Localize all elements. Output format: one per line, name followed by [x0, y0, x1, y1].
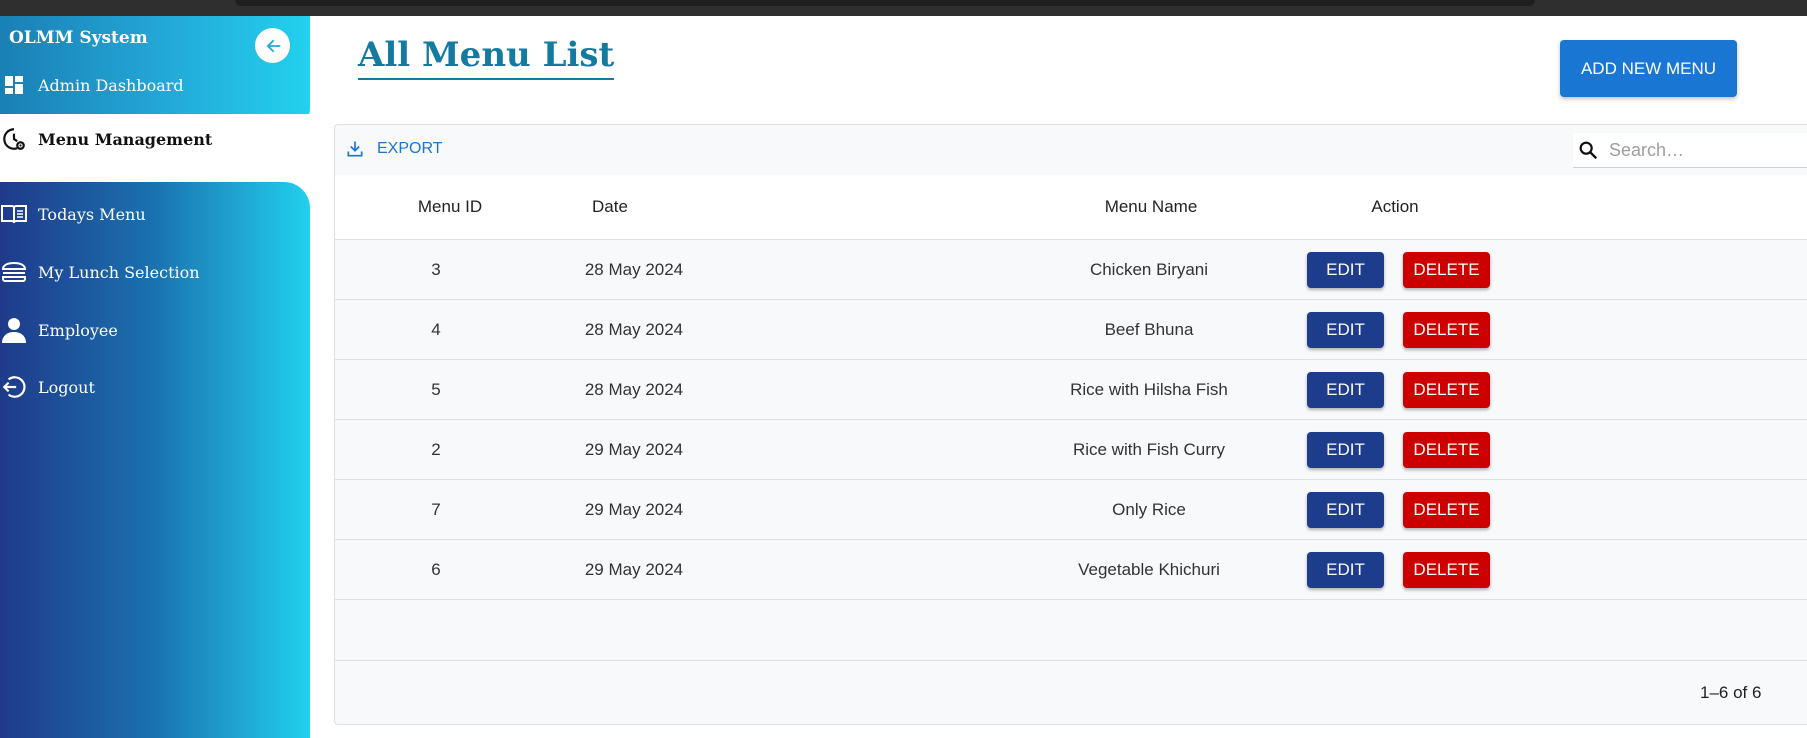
sidebar-item-label: Employee [38, 320, 118, 340]
pagination-info: 1–6 of 6 [1700, 683, 1762, 702]
sidebar-item-label: Logout [38, 377, 95, 397]
table-row[interactable]: 3 28 May 2024 Chicken Biryani EDIT DELETE [335, 240, 1807, 300]
sidebar-item-todays-menu[interactable]: Todays Menu [0, 194, 310, 234]
column-header-menu-name[interactable]: Menu Name [1051, 175, 1251, 239]
download-icon [347, 141, 363, 157]
page-title: All Menu List [358, 34, 615, 80]
sidebar: OLMM System Admin Dashboard Menu Managem… [0, 16, 310, 738]
sidebar-item-label: Admin Dashboard [38, 75, 184, 95]
search-box [1573, 133, 1807, 168]
cell-menu-name: Chicken Biryani [1089, 259, 1209, 279]
dashboard-icon [1, 72, 27, 98]
sidebar-item-label: Menu Management [38, 129, 213, 149]
browser-top-bar [0, 0, 1807, 16]
cell-menu-name: Rice with Hilsha Fish [1070, 379, 1228, 399]
cell-actions: EDIT DELETE [1307, 540, 1607, 599]
cell-date: 28 May 2024 [584, 379, 684, 399]
cell-actions: EDIT DELETE [1307, 420, 1607, 479]
cell-actions: EDIT DELETE [1307, 480, 1607, 539]
grid-toolbar: EXPORT [335, 125, 1807, 175]
add-new-menu-button[interactable]: ADD NEW MENU [1560, 40, 1737, 97]
delete-button[interactable]: DELETE [1403, 371, 1490, 408]
menu-data-grid: EXPORT Menu ID Date Menu Name Action 3 28… [334, 124, 1807, 725]
cell-menu-id: 5 [431, 379, 441, 399]
delete-button[interactable]: DELETE [1403, 311, 1490, 348]
browser-tab-strip [235, 0, 1535, 6]
menu-management-icon [1, 126, 27, 152]
sidebar-item-menu-management[interactable]: Menu Management [0, 114, 310, 164]
sidebar-item-logout[interactable]: Logout [0, 367, 310, 407]
table-row[interactable]: 5 28 May 2024 Rice with Hilsha Fish EDIT DEL… [335, 360, 1807, 420]
cell-menu-name: Vegetable Khichuri [1078, 559, 1220, 579]
cell-actions: EDIT DELETE [1307, 360, 1607, 419]
cell-menu-id: 2 [431, 439, 441, 459]
book-icon [1, 201, 27, 227]
person-icon [1, 317, 27, 343]
edit-button[interactable]: EDIT [1307, 491, 1384, 528]
table-row[interactable]: 2 29 May 2024 Rice with Fish Curry EDIT DELE… [335, 420, 1807, 480]
grid-header-row: Menu ID Date Menu Name Action [335, 175, 1807, 240]
logout-icon [1, 374, 27, 400]
table-row[interactable]: 7 29 May 2024 Only Rice EDIT DELETE [335, 480, 1807, 540]
edit-button[interactable]: EDIT [1307, 311, 1384, 348]
cell-actions: EDIT DELETE [1307, 300, 1607, 359]
table-row[interactable]: 4 28 May 2024 Beef Bhuna EDIT DELETE [335, 300, 1807, 360]
cell-date: 29 May 2024 [584, 559, 684, 579]
sidebar-item-label: My Lunch Selection [38, 262, 200, 282]
sidebar-item-my-lunch-selection[interactable]: My Lunch Selection [0, 252, 310, 292]
cell-menu-name: Beef Bhuna [1104, 319, 1194, 339]
cell-actions: EDIT DELETE [1307, 240, 1607, 299]
column-header-menu-id[interactable]: Menu ID [365, 175, 535, 239]
delete-button[interactable]: DELETE [1403, 251, 1490, 288]
cell-menu-id: 3 [431, 259, 441, 279]
delete-button[interactable]: DELETE [1403, 431, 1490, 468]
cell-date: 29 May 2024 [584, 499, 684, 519]
burger-icon [1, 259, 27, 285]
cell-date: 28 May 2024 [584, 319, 684, 339]
arrow-left-icon [266, 39, 280, 52]
cell-menu-name: Rice with Fish Curry [1072, 439, 1226, 459]
table-row[interactable]: 6 29 May 2024 Vegetable Khichuri EDIT DELETE [335, 540, 1807, 600]
edit-button[interactable]: EDIT [1307, 551, 1384, 588]
cell-date: 29 May 2024 [584, 439, 684, 459]
edit-button[interactable]: EDIT [1307, 431, 1384, 468]
edit-button[interactable]: EDIT [1307, 251, 1384, 288]
search-icon [1579, 141, 1598, 160]
column-header-date[interactable]: Date [535, 175, 685, 239]
grid-rows: 3 28 May 2024 Chicken Biryani EDIT DELETE 4 28… [335, 240, 1807, 600]
collapse-sidebar-button[interactable] [255, 28, 290, 63]
search-input[interactable] [1607, 138, 1801, 162]
export-button[interactable]: EXPORT [345, 139, 443, 159]
cell-menu-id: 7 [431, 499, 441, 519]
column-header-action: Action [1371, 197, 1419, 216]
delete-button[interactable]: DELETE [1403, 551, 1490, 588]
cell-menu-id: 6 [431, 559, 441, 579]
export-label: EXPORT [377, 140, 443, 157]
grid-footer: 1–6 of 6 [335, 660, 1807, 725]
cell-menu-id: 4 [431, 319, 441, 339]
sidebar-item-employee[interactable]: Employee [0, 310, 310, 350]
sidebar-item-label: Todays Menu [38, 204, 146, 224]
delete-button[interactable]: DELETE [1403, 491, 1490, 528]
cell-menu-name: Only Rice [1112, 499, 1186, 519]
edit-button[interactable]: EDIT [1307, 371, 1384, 408]
app-title: OLMM System [9, 28, 148, 48]
cell-date: 28 May 2024 [584, 259, 684, 279]
sidebar-item-admin-dashboard[interactable]: Admin Dashboard [0, 65, 310, 105]
